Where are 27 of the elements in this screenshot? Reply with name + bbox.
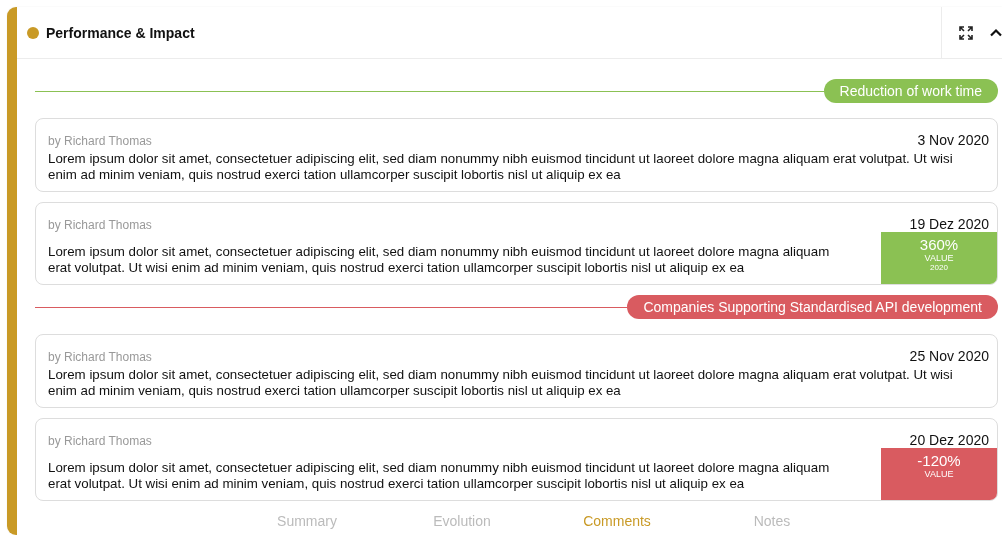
comment-author: by Richard Thomas xyxy=(48,350,152,364)
expand-icon[interactable] xyxy=(958,24,974,41)
panel-title: Performance & Impact xyxy=(46,24,195,41)
comment-author: by Richard Thomas xyxy=(48,434,152,448)
comment-author: by Richard Thomas xyxy=(48,218,152,232)
comment-text: Lorem ipsum dolor sit amet, consectetuer adipiscing elit, sed diam nonummy nibh euismod tincidunt ut laoreet dolore magna aliquam erat volutpat. Ut wisi enim ad minim veniam, quis nostrud exerci tation ullamcorper suscipit lobortis nisl ut aliquip ex ea xyxy=(47,151,954,184)
tab[interactable]: Evolution xyxy=(384,513,540,535)
comment-date: 20 Dez 2020 xyxy=(909,432,989,448)
comment-date: 25 Nov 2020 xyxy=(909,348,989,364)
value-amount: 360% xyxy=(919,237,959,253)
comment-text: Lorem ipsum dolor sit amet, consectetuer adipiscing elit, sed diam nonummy nibh euismod tincidunt ut laoreet dolore magna aliquam erat volutpat. Ut wisi enim ad minim veniam, quis nostrud exerci tation ullamcorper suscipit lobortis nisl ut aliquip ex ea xyxy=(47,460,831,493)
collapse-icon[interactable] xyxy=(990,28,1002,37)
comment-author: by Richard Thomas xyxy=(48,134,152,148)
tab[interactable]: Comments xyxy=(539,513,695,535)
tab[interactable]: Summary xyxy=(229,513,385,535)
comment-text: Lorem ipsum dolor sit amet, consectetuer adipiscing elit, sed diam nonummy nibh euismod tincidunt ut laoreet dolore magna aliquam erat volutpat. Ut wisi enim ad minim veniam, quis nostrud exerci tation ullamcorper suscipit lobortis nisl ut aliquip ex ea xyxy=(47,367,954,400)
value-label: VALUE xyxy=(924,469,954,479)
tab[interactable]: Notes xyxy=(694,513,850,535)
status-dot xyxy=(27,26,39,39)
category-tag: Reduction of work time xyxy=(823,79,998,103)
comment-text: Lorem ipsum dolor sit amet, consectetuer adipiscing elit, sed diam nonummy nibh euismod tincidunt ut laoreet dolore magna aliquam erat volutpat. Ut wisi enim ad minim veniam, quis nostrud exerci tation ullamcorper suscipit lobortis nisl ut aliquip ex ea xyxy=(47,244,831,277)
value-year: 2020 xyxy=(930,263,948,272)
value-label: VALUE xyxy=(924,253,954,263)
category-tag: Companies Supporting Standardised API development xyxy=(627,295,998,319)
value-amount: -120% xyxy=(917,453,961,469)
comment-date: 3 Nov 2020 xyxy=(917,132,989,148)
comment-date: 19 Dez 2020 xyxy=(909,216,989,232)
